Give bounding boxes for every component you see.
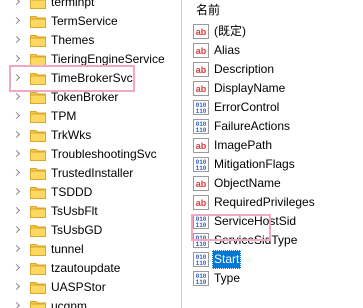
value-name: ErrorControl [214, 100, 280, 114]
string-value-icon: ab [193, 62, 209, 77]
folder-icon [30, 187, 46, 199]
tree-item-label: TrustedInstaller [51, 166, 134, 180]
value-name: Start [212, 250, 242, 269]
binary-value-icon: 010110 [193, 271, 209, 286]
value-name: FailureActions [214, 119, 291, 133]
tree-item-label: tunnel [51, 242, 84, 256]
tree-item-label: TokenBroker [51, 90, 119, 104]
chevron-right-icon[interactable] [12, 92, 21, 101]
tree-item-label: TrkWks [51, 128, 92, 142]
binary-value-icon: 010110 [193, 119, 209, 134]
string-value-icon: ab [193, 195, 209, 210]
svg-text:ab: ab [196, 141, 207, 151]
folder-icon [30, 225, 46, 237]
chevron-right-icon[interactable] [12, 16, 21, 25]
svg-text:ab: ab [196, 65, 207, 75]
svg-text:110: 110 [196, 222, 207, 229]
folder-icon [30, 0, 46, 9]
folder-icon [30, 111, 46, 123]
chevron-right-icon[interactable] [12, 54, 21, 63]
svg-text:ab: ab [196, 27, 207, 37]
chevron-right-icon[interactable] [12, 206, 21, 215]
folder-icon [30, 282, 46, 294]
string-value-icon: ab [193, 24, 209, 39]
tree-item-label: tzautoupdate [51, 261, 121, 275]
svg-text:ab: ab [196, 46, 207, 56]
chevron-right-icon[interactable] [12, 168, 21, 177]
tree-item-label: TPM [51, 109, 77, 123]
registry-values-list[interactable]: 名前 ab (既定) ab Alias ab Description ab Displa… [186, 0, 363, 308]
chevron-right-icon[interactable] [12, 149, 21, 158]
chevron-right-icon[interactable] [12, 111, 21, 120]
binary-value-icon: 010110 [193, 214, 209, 229]
pane-splitter[interactable] [181, 0, 182, 308]
string-value-icon: ab [193, 138, 209, 153]
chevron-right-icon[interactable] [12, 263, 21, 272]
value-name: RequiredPrivileges [214, 195, 315, 209]
folder-icon [30, 16, 46, 28]
value-name: ServiceHostSid [214, 214, 297, 228]
folder-icon [30, 130, 46, 142]
binary-value-icon: 010110 [193, 233, 209, 248]
folder-icon [30, 263, 46, 275]
folder-icon [30, 206, 46, 218]
folder-icon [30, 54, 46, 66]
chevron-right-icon[interactable] [12, 35, 21, 44]
value-name: Alias [214, 43, 241, 57]
chevron-right-icon[interactable] [12, 0, 21, 6]
svg-text:110: 110 [196, 241, 207, 248]
tree-item-label: TieringEngineService [51, 52, 165, 66]
folder-icon [30, 149, 46, 161]
binary-value-icon: 010110 [193, 252, 209, 267]
folder-icon [30, 92, 46, 104]
binary-value-icon: 010110 [193, 157, 209, 172]
tree-item-label: ucgnm [51, 299, 88, 308]
tree-item-label: TermService [51, 14, 118, 28]
value-name: Description [214, 62, 275, 76]
tree-item-label: TroubleshootingSvc [51, 147, 157, 161]
svg-text:110: 110 [196, 260, 207, 267]
value-name: ObjectName [214, 176, 281, 190]
tree-item-label: Themes [51, 33, 95, 47]
folder-icon [30, 168, 46, 180]
registry-key-tree[interactable]: terminpt TermService Themes TieringEngin… [0, 0, 181, 308]
chevron-right-icon[interactable] [12, 130, 21, 139]
folder-icon [30, 73, 46, 85]
value-name: DisplayName [214, 81, 286, 95]
svg-text:ab: ab [196, 179, 207, 189]
svg-text:110: 110 [196, 108, 207, 115]
chevron-right-icon[interactable] [12, 282, 21, 291]
chevron-right-icon[interactable] [12, 225, 21, 234]
svg-text:ab: ab [196, 198, 207, 208]
value-name: (既定) [214, 24, 246, 38]
folder-icon [30, 301, 46, 308]
chevron-right-icon[interactable] [12, 73, 21, 82]
tree-item-label: TsUsbFlt [51, 204, 98, 218]
value-name: MitigationFlags [214, 157, 295, 171]
value-name: ImagePath [214, 138, 273, 152]
svg-text:110: 110 [196, 127, 207, 134]
binary-value-icon: 010110 [193, 100, 209, 115]
string-value-icon: ab [193, 176, 209, 191]
svg-text:110: 110 [196, 279, 207, 286]
value-name: Type [214, 271, 241, 285]
value-name: ServiceSidType [214, 233, 298, 247]
string-value-icon: ab [193, 43, 209, 58]
folder-icon [30, 244, 46, 256]
folder-icon [30, 35, 46, 47]
tree-item-label: TSDDD [51, 185, 93, 199]
tree-item-label: terminpt [51, 0, 95, 9]
chevron-right-icon[interactable] [12, 301, 21, 308]
svg-text:110: 110 [196, 165, 207, 172]
tree-item-label: TsUsbGD [51, 223, 103, 237]
column-header-name[interactable]: 名前 [196, 1, 220, 19]
chevron-right-icon[interactable] [12, 187, 21, 196]
tree-item-label: UASPStor [51, 280, 106, 294]
tree-item-label: TimeBrokerSvc [51, 69, 133, 88]
chevron-right-icon[interactable] [12, 244, 21, 253]
svg-text:ab: ab [196, 84, 207, 94]
string-value-icon: ab [193, 81, 209, 96]
